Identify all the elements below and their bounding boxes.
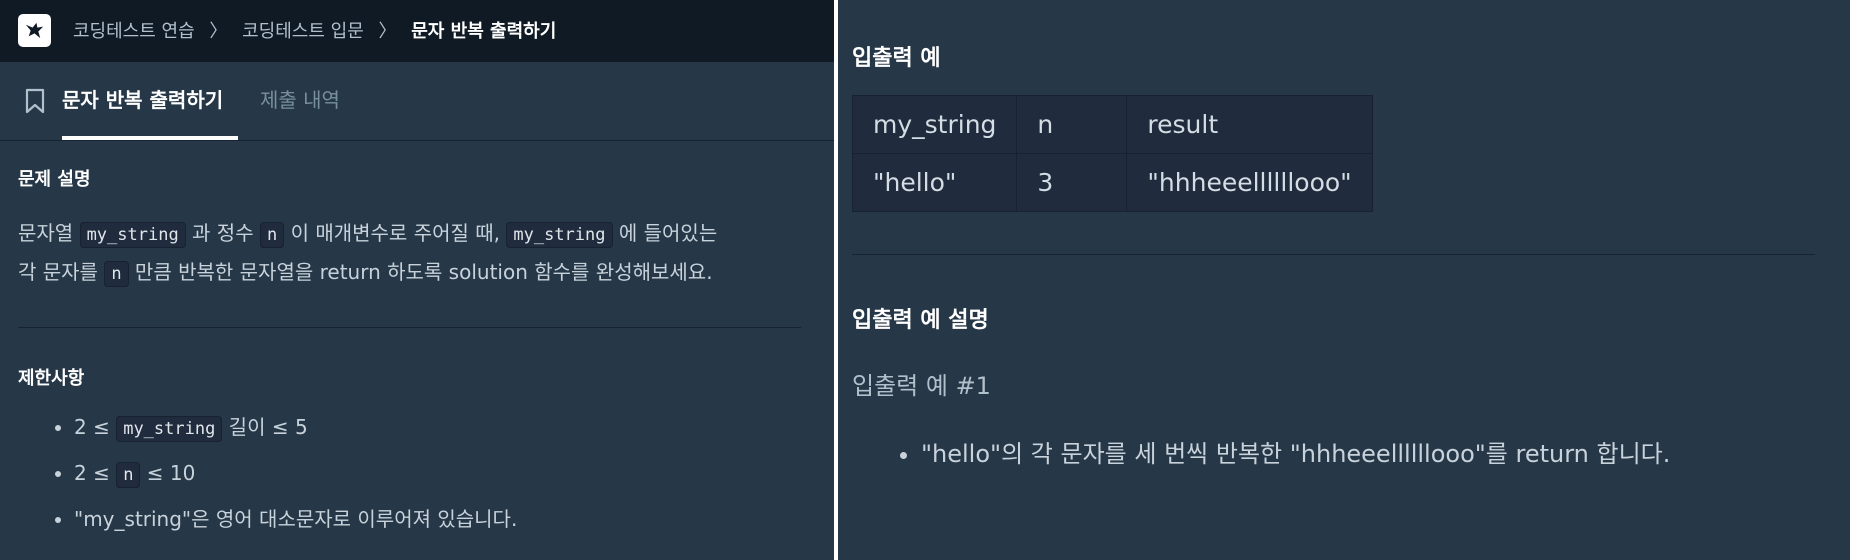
table-cell: "hhheeellllllooo" bbox=[1126, 153, 1373, 212]
constraints-list: 2 ≤ my_string 길이 ≤ 5 2 ≤ n ≤ 10 "my_stri… bbox=[48, 404, 517, 542]
chevron-right-icon: 〉 bbox=[209, 21, 228, 42]
tab-problem[interactable]: 문자 반복 출력하기 bbox=[62, 84, 223, 113]
list-item: 2 ≤ n ≤ 10 bbox=[74, 450, 517, 496]
explanation-list: "hello"의 각 문자를 세 번씩 반복한 "hhheeellllllooo… bbox=[895, 434, 1670, 469]
examples-panel bbox=[838, 0, 1850, 560]
programmers-logo[interactable] bbox=[18, 14, 51, 47]
section-divider bbox=[852, 254, 1815, 255]
table-cell: "hello" bbox=[851, 153, 1018, 212]
breadcrumb-current: 문자 반복 출력하기 bbox=[411, 21, 557, 42]
examples-heading: 입출력 예 bbox=[852, 46, 941, 71]
table-header-cell: n bbox=[1016, 95, 1128, 154]
explanation-subtitle: 입출력 예 #1 bbox=[852, 372, 991, 400]
code-n: n bbox=[259, 222, 285, 248]
list-item: "hello"의 각 문자를 세 번씩 반복한 "hhheeellllllooo… bbox=[921, 434, 1670, 469]
table-header-cell: my_string bbox=[851, 95, 1018, 154]
table-header-cell: result bbox=[1126, 95, 1373, 154]
section-divider bbox=[18, 327, 801, 328]
code-my-string: my_string bbox=[506, 222, 613, 248]
table-header-row: my_string n result bbox=[851, 95, 1373, 154]
code-n: n bbox=[116, 462, 141, 488]
breadcrumb-item-intro[interactable]: 코딩테스트 입문 bbox=[242, 21, 364, 42]
bird-logo-icon bbox=[25, 22, 44, 39]
table-cell: 3 bbox=[1016, 153, 1128, 212]
explanation-heading: 입출력 예 설명 bbox=[852, 308, 989, 333]
description-line-2: 각 문자를 n 만큼 반복한 문자열을 return 하도록 solution … bbox=[18, 253, 713, 294]
examples-table: my_string n result "hello" 3 "hhheeellll… bbox=[851, 95, 1373, 212]
description-line-1: 문자열 my_string 과 정수 n 이 매개변수로 주어질 때, my_s… bbox=[18, 214, 717, 255]
list-item: "my_string"은 영어 대소문자로 이루어져 있습니다. bbox=[74, 496, 517, 542]
active-tab-indicator bbox=[62, 136, 238, 140]
code-n: n bbox=[104, 261, 129, 287]
breadcrumb-item-practice[interactable]: 코딩테스트 연습 bbox=[73, 21, 195, 42]
constraints-heading: 제한사항 bbox=[18, 368, 85, 389]
tab-submissions[interactable]: 제출 내역 bbox=[260, 84, 340, 113]
chevron-right-icon: 〉 bbox=[378, 21, 397, 42]
list-item: 2 ≤ my_string 길이 ≤ 5 bbox=[74, 404, 517, 450]
bookmark-icon[interactable] bbox=[24, 88, 46, 114]
table-row: "hello" 3 "hhheeellllllooo" bbox=[851, 153, 1373, 212]
code-my-string: my_string bbox=[116, 416, 223, 442]
code-my-string: my_string bbox=[79, 222, 186, 248]
description-heading: 문제 설명 bbox=[18, 169, 91, 190]
breadcrumb: 코딩테스트 연습 〉 코딩테스트 입문 〉 문자 반복 출력하기 bbox=[73, 17, 556, 43]
